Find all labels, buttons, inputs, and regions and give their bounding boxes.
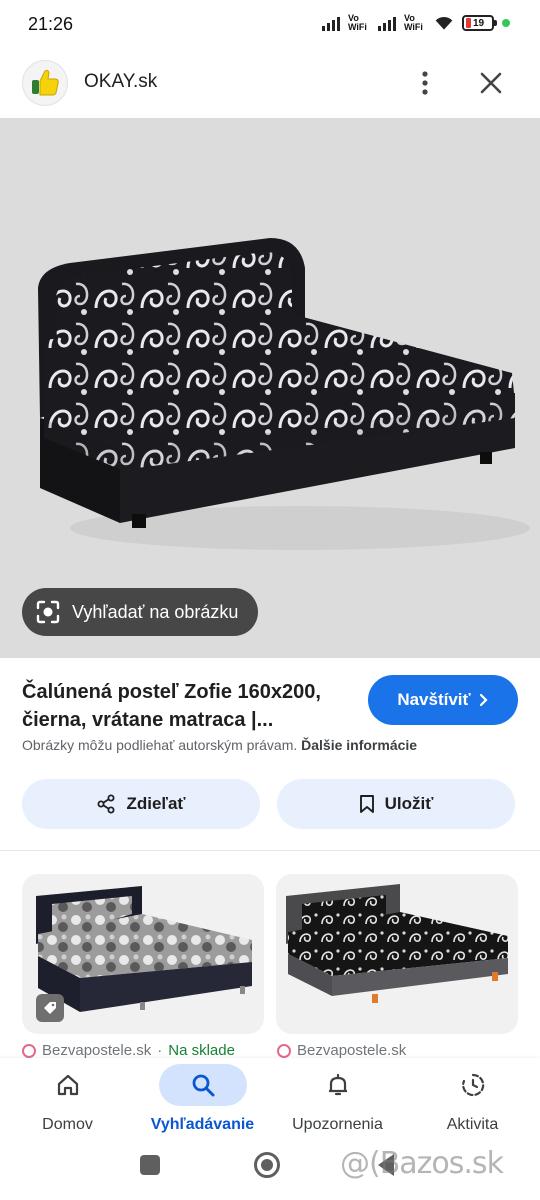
- share-label: Zdieľať: [126, 794, 186, 813]
- vowifi-label: Vo WiFi: [348, 13, 367, 32]
- thumbs-up-icon: [32, 69, 59, 96]
- signal-icon: [322, 15, 340, 31]
- source-name: Bezvapostele.sk: [42, 1042, 152, 1059]
- status-bar: 21:26 Vo WiFi Vo WiFi 19: [0, 0, 540, 52]
- related-source-2[interactable]: Bezvapostele.sk: [277, 1042, 406, 1059]
- product-tag-badge: [36, 994, 64, 1022]
- save-label: Uložiť: [384, 794, 434, 813]
- battery-level: 19: [473, 17, 485, 29]
- save-button[interactable]: Uložiť: [277, 779, 515, 829]
- related-bed-image-2: [286, 884, 508, 1003]
- bell-icon: [328, 1073, 347, 1096]
- lens-icon: [36, 600, 60, 624]
- more-options-button[interactable]: [408, 66, 442, 100]
- related-source-1[interactable]: Bezvapostele.sk · Na sklade: [22, 1042, 235, 1059]
- signal-icon-2: [378, 15, 396, 31]
- share-button[interactable]: Zdieľať: [22, 779, 260, 829]
- vowifi-label-2: Vo WiFi: [404, 13, 423, 32]
- lens-search-chip[interactable]: Vyhľadať na obrázku: [22, 588, 259, 636]
- source-favicon-icon: [277, 1043, 291, 1058]
- activity-icon: [461, 1073, 484, 1097]
- bottom-navigation: Domov Vyhľadávanie Upozornenia Aktivita: [0, 1058, 540, 1140]
- tag-icon: [44, 1002, 56, 1014]
- nav-home[interactable]: Domov: [0, 1058, 135, 1140]
- bookmark-icon: [359, 795, 374, 813]
- visit-button[interactable]: Navštíviť: [368, 675, 518, 725]
- close-icon: [480, 72, 502, 94]
- status-time: 21:26: [28, 14, 74, 34]
- more-info-link[interactable]: Ďalšie informácie: [301, 737, 417, 753]
- watermark: @(Bazos.sk: [340, 1146, 504, 1181]
- close-button[interactable]: [474, 66, 508, 100]
- battery-icon: 19: [462, 15, 497, 31]
- stock-status: Na sklade: [168, 1042, 235, 1059]
- copyright-text: Obrázky môžu podliehať autorským právam.: [22, 737, 298, 753]
- nav-activity-label: Aktivita: [446, 1116, 499, 1133]
- viewer-header: OKAY.sk: [0, 52, 540, 118]
- nav-home-label: Domov: [42, 1116, 93, 1133]
- chevron-right-icon: [479, 693, 488, 707]
- source-separator: ·: [157, 1042, 163, 1059]
- section-divider: [0, 850, 540, 851]
- status-icons: Vo WiFi Vo WiFi 19: [322, 14, 510, 32]
- related-image-2[interactable]: [276, 874, 518, 1034]
- nav-notifications[interactable]: Upozornenia: [270, 1058, 405, 1140]
- copyright-notice: Obrázky môžu podliehať autorským právam.…: [22, 737, 417, 753]
- nav-search[interactable]: Vyhľadávanie: [135, 1058, 270, 1140]
- source-favicon-icon: [22, 1043, 36, 1058]
- nav-notifications-label: Upozornenia: [292, 1116, 383, 1133]
- privacy-indicator-dot: [502, 19, 510, 27]
- site-logo[interactable]: [22, 60, 68, 106]
- site-title[interactable]: OKAY.sk: [84, 71, 157, 93]
- bed-image: [38, 238, 530, 550]
- wifi-icon: [435, 16, 453, 30]
- source-name: Bezvapostele.sk: [297, 1042, 407, 1059]
- home-system-button[interactable]: [254, 1152, 280, 1178]
- result-title[interactable]: Čalúnená posteľ Zofie 160x200, čierna, v…: [22, 678, 358, 734]
- home-icon: [57, 1074, 78, 1096]
- nav-search-label: Vyhľadávanie: [150, 1116, 255, 1133]
- main-image[interactable]: Vyhľadať na obrázku: [0, 118, 540, 658]
- related-image-1[interactable]: [22, 874, 264, 1034]
- search-icon: [192, 1074, 214, 1097]
- share-icon: [97, 794, 115, 814]
- visit-label: Navštíviť: [397, 690, 471, 709]
- more-vert-icon: [422, 71, 428, 95]
- lens-chip-label: Vyhľadať na obrázku: [72, 601, 239, 622]
- nav-activity[interactable]: Aktivita: [405, 1058, 540, 1140]
- recents-button[interactable]: [140, 1155, 160, 1175]
